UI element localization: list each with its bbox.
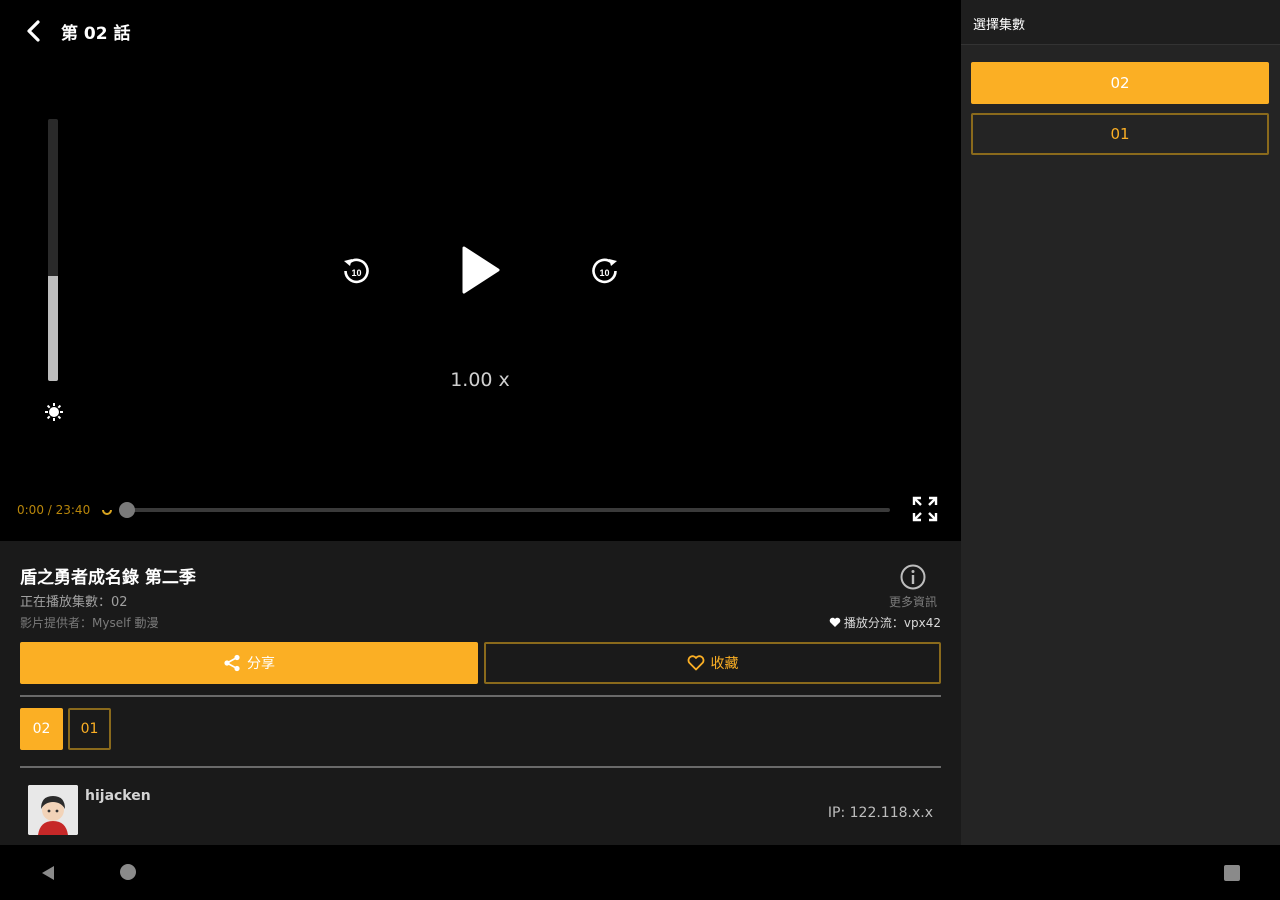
forward-10-icon: 10 (592, 258, 617, 284)
share-icon (224, 654, 240, 672)
episode-chip-02[interactable]: 02 (20, 708, 63, 750)
nav-back-icon[interactable] (39, 864, 57, 882)
play-source-label: 播放分流：vpx42 (843, 616, 941, 630)
play-source-selector[interactable]: 播放分流：vpx42 (829, 614, 941, 631)
back-button[interactable] (20, 16, 48, 46)
episode-title: 第 02 話 (61, 24, 131, 44)
volume-slider[interactable] (48, 119, 58, 381)
side-panel-title: 選擇集數 (973, 18, 1026, 33)
heart-icon (687, 655, 704, 671)
play-icon (462, 246, 500, 294)
side-panel-header: 選擇集數 (961, 0, 1280, 45)
more-info-label: 更多資訊 (888, 595, 937, 609)
seek-thumb[interactable] (119, 502, 135, 518)
loading-indicator-icon (102, 509, 112, 515)
chevron-left-icon (27, 20, 40, 42)
video-player[interactable]: 第 02 話 10 10 1.00 x 0:00 / 23:40 (0, 0, 961, 541)
provider-label: 影片提供者：Myself 動漫 (20, 616, 159, 630)
divider (20, 766, 941, 768)
info-icon (900, 564, 926, 590)
svg-text:10: 10 (351, 268, 361, 278)
share-label: 分享 (247, 656, 275, 672)
rewind-button[interactable]: 10 (338, 253, 374, 289)
avatar-image-icon (28, 785, 78, 835)
playback-speed[interactable]: 1.00 x (430, 369, 530, 391)
rewind-10-icon: 10 (344, 258, 369, 284)
nav-recent-apps-icon[interactable] (1224, 865, 1240, 881)
comment-ip: IP: 122.118.x.x (827, 805, 933, 821)
system-nav-bar (0, 845, 1280, 900)
info-panel: 盾之勇者成名錄 第二季 正在播放集數：02 影片提供者：Myself 動漫 更多… (0, 541, 961, 845)
share-button[interactable]: 分享 (20, 642, 478, 684)
heart-icon (829, 617, 841, 627)
avatar[interactable] (28, 785, 78, 835)
side-episode-01[interactable]: 01 (971, 113, 1269, 155)
now-playing-label: 正在播放集數：02 (20, 595, 128, 610)
nav-home-icon[interactable] (120, 864, 136, 880)
favorite-button[interactable]: 收藏 (484, 642, 941, 684)
comment-username[interactable]: hijacken (85, 788, 151, 804)
play-button[interactable] (452, 240, 508, 300)
fullscreen-icon[interactable] (911, 495, 939, 523)
episode-side-panel: 選擇集數 02 01 (961, 0, 1280, 845)
svg-text:10: 10 (599, 268, 609, 278)
divider (20, 695, 941, 697)
forward-button[interactable]: 10 (587, 253, 623, 289)
time-display: 0:00 / 23:40 (17, 503, 91, 517)
brightness-icon (45, 403, 63, 421)
favorite-label: 收藏 (710, 656, 739, 672)
seek-bar[interactable] (127, 508, 890, 512)
side-episode-02[interactable]: 02 (971, 62, 1269, 104)
volume-level (48, 276, 58, 381)
episode-chip-01[interactable]: 01 (68, 708, 111, 750)
show-title: 盾之勇者成名錄 第二季 (20, 568, 196, 588)
more-info-button[interactable]: 更多資訊 (880, 563, 946, 610)
